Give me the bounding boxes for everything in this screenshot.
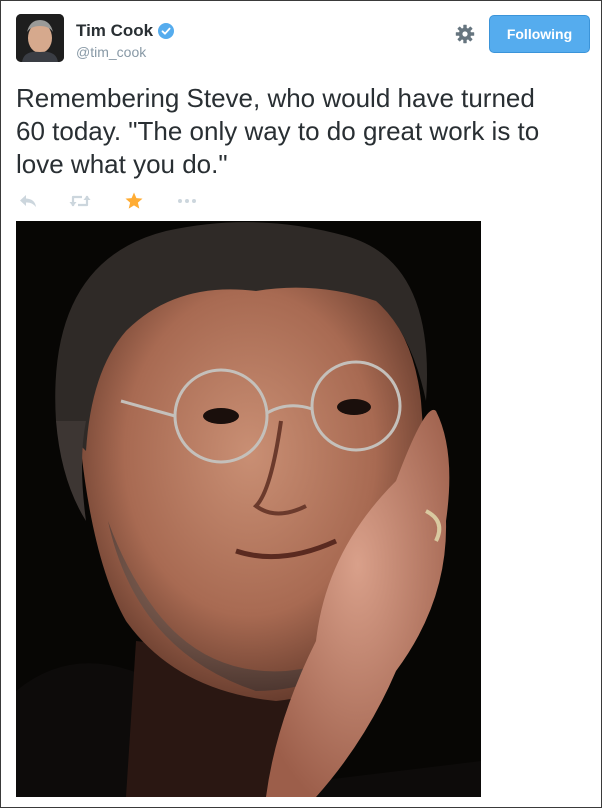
verified-badge-icon [158, 23, 175, 39]
more-options-icon[interactable] [176, 191, 198, 211]
tweet-card: Tim Cook @tim_cook Following Remembering… [0, 0, 602, 808]
reply-icon[interactable] [18, 191, 38, 211]
avatar[interactable] [16, 14, 64, 62]
favorite-star-icon[interactable] [124, 191, 144, 211]
gear-icon[interactable] [455, 24, 475, 44]
retweet-icon[interactable] [68, 191, 92, 211]
portrait-photo [16, 221, 481, 797]
tweet-photo[interactable] [16, 221, 481, 797]
avatar-image [16, 14, 64, 62]
author-handle[interactable]: @tim_cook [76, 44, 146, 60]
following-button[interactable]: Following [489, 15, 590, 53]
author-display-name[interactable]: Tim Cook [76, 21, 153, 41]
author-name-row: Tim Cook [76, 21, 175, 41]
tweet-text: Remembering Steve, who would have turned… [16, 83, 540, 179]
